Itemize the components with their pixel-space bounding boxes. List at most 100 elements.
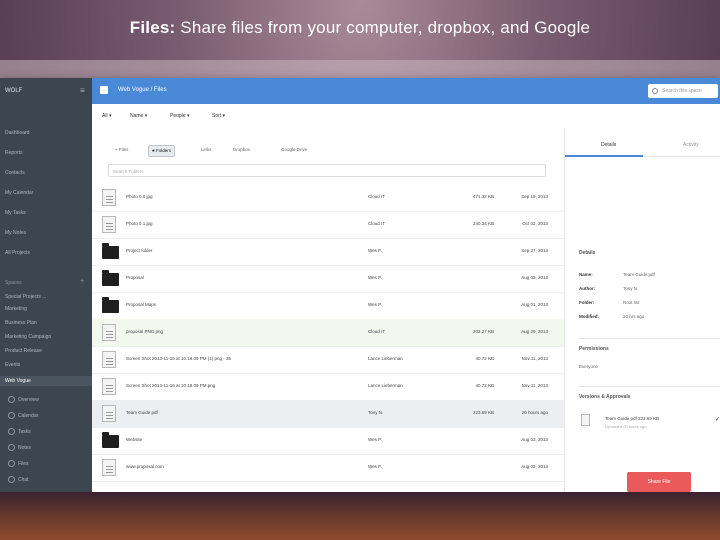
add-space-icon[interactable]: + xyxy=(80,278,84,285)
file-owner: Wes P. xyxy=(368,437,382,442)
file-name[interactable]: Screen Shot 2013-11-16 at 10.18.09 PM.pn… xyxy=(126,383,215,388)
table-row[interactable]: Team Guide.pdf Tony N. 223.69 KB 20 hours a… xyxy=(92,400,564,428)
space-subitem-calendar[interactable]: Calendar xyxy=(8,412,38,419)
file-name[interactable]: Proposal xyxy=(126,275,144,280)
file-date: Nov 11, 2013 xyxy=(521,356,548,361)
notes-icon xyxy=(8,444,15,451)
overview-icon xyxy=(8,396,15,403)
space-item[interactable]: Product Release xyxy=(5,348,42,354)
checkmark-icon[interactable]: ✓ xyxy=(715,416,720,423)
global-search-input[interactable]: Search this space xyxy=(648,84,718,98)
table-row[interactable]: proposal PNG.png Cloud IT 203.27 KB Aug 29,… xyxy=(92,319,564,347)
sidebar-item-projects[interactable]: All Projects xyxy=(5,250,30,256)
space-subitem-chat[interactable]: Chat xyxy=(8,476,29,483)
file-date: Sep 19, 2013 xyxy=(521,194,548,199)
detail-key: Modified: xyxy=(579,314,599,319)
table-row[interactable]: Proposal Maps Wes P. Aug 01, 2013 xyxy=(92,292,564,320)
sidebar-item-calendar[interactable]: My Calendar xyxy=(5,190,33,196)
sidebar-item-contacts[interactable]: Contacts xyxy=(5,170,25,176)
attachment-name[interactable]: Team Guide.pdf 223.69 KB xyxy=(605,416,659,421)
file-name[interactable]: proposal PNG.png xyxy=(126,329,163,334)
file-date: Aug 29, 2013 xyxy=(521,329,548,334)
space-subitem-overview[interactable]: Overview xyxy=(8,396,39,403)
source-files-button[interactable]: + Files xyxy=(112,145,131,155)
share-file-button[interactable]: Share File xyxy=(627,472,691,492)
file-name[interactable]: Photo 0.1.jpg xyxy=(126,221,153,226)
file-size: 223.69 KB xyxy=(472,410,494,415)
space-item[interactable]: Marketing xyxy=(5,306,27,312)
file-owner: Wes P. xyxy=(368,302,382,307)
file-name[interactable]: Website xyxy=(126,437,142,442)
space-subitem-files[interactable]: Files xyxy=(8,460,29,467)
file-date: 20 hours ago xyxy=(521,410,548,415)
headline: Files: Share files from your computer, d… xyxy=(0,18,720,38)
space-item[interactable]: Special Projects ... xyxy=(5,294,46,300)
detail-key: Name: xyxy=(579,272,593,277)
file-icon xyxy=(102,351,116,368)
file-name[interactable]: Photo 0.0.jpg xyxy=(126,194,153,199)
app-window: WOLF ≡ Dashboard Reports Contacts My Cal… xyxy=(0,78,720,492)
space-subitem-label: Files xyxy=(18,460,29,467)
details-section-title: Details xyxy=(579,250,596,256)
tab-activity[interactable]: Activity xyxy=(683,142,699,148)
source-dropbox-button[interactable]: Dropbox xyxy=(230,145,253,155)
filter-bar: All ▾ Name ▾ People ▾ Sort ▾ xyxy=(92,104,720,129)
sidebar-item-tasks[interactable]: My Tasks xyxy=(5,210,26,216)
source-links-button[interactable]: Links xyxy=(198,145,215,155)
table-row[interactable]: Website Wes P. Aug 03, 2013 xyxy=(92,427,564,455)
file-name[interactable]: Screen Shot 2013-11-16 at 10.18.09 PM (1… xyxy=(126,356,231,361)
window-titlebar xyxy=(0,60,720,78)
file-date: Nov 11, 2013 xyxy=(521,383,548,388)
detail-value: Tony N. xyxy=(623,286,639,291)
filter-sort[interactable]: Sort ▾ xyxy=(212,113,225,119)
file-name[interactable]: Team Guide.pdf xyxy=(126,410,158,415)
file-owner: Wes P. xyxy=(368,275,382,280)
sidebar-item-notes[interactable]: My Notes xyxy=(5,230,26,236)
pdf-file-icon xyxy=(581,414,590,426)
space-subitem-notes[interactable]: Notes xyxy=(8,444,31,451)
file-name[interactable]: www.proposal.com xyxy=(126,464,164,469)
filter-all[interactable]: All ▾ xyxy=(102,113,111,119)
table-row[interactable]: Screen Shot 2013-11-16 at 10.18.09 PM (1… xyxy=(92,346,564,374)
table-row[interactable]: Screen Shot 2013-11-16 at 10.18.09 PM.pn… xyxy=(92,373,564,401)
space-item[interactable]: Events xyxy=(5,362,20,368)
tab-details[interactable]: Details xyxy=(601,142,616,148)
table-row[interactable]: www.proposal.com Wes P. Aug 03, 2013 xyxy=(92,454,564,482)
file-icon xyxy=(102,378,116,395)
file-name[interactable]: Proposal Maps xyxy=(126,302,156,307)
file-owner: Cloud IT xyxy=(368,329,386,334)
file-date: Aug 03, 2013 xyxy=(521,464,548,469)
filter-people[interactable]: People ▾ xyxy=(170,113,189,119)
source-folders-button[interactable]: ● Folders xyxy=(148,145,175,157)
chat-icon xyxy=(8,476,15,483)
table-row[interactable]: Photo 0.1.jpg Cloud IT 240.34 KB Oct 02, 20… xyxy=(92,211,564,239)
home-icon[interactable] xyxy=(100,86,108,94)
space-subitem-tasks[interactable]: Tasks xyxy=(8,428,31,435)
source-google-drive-button[interactable]: Google Drive xyxy=(278,145,310,155)
filter-name[interactable]: Name ▾ xyxy=(130,113,147,119)
space-item-active[interactable]: Web Vogue xyxy=(0,376,92,386)
folder-search-input[interactable]: Search Folders xyxy=(108,164,546,177)
space-item[interactable]: Marketing Campaign xyxy=(5,334,51,340)
divider xyxy=(579,386,720,387)
sidebar-item-dashboard[interactable]: Dashboard xyxy=(5,130,29,136)
file-name[interactable]: Project folder xyxy=(126,248,153,253)
hamburger-menu-icon[interactable]: ≡ xyxy=(80,86,85,95)
space-subitem-label: Calendar xyxy=(18,412,39,419)
table-row[interactable]: Proposal Wes P. Aug 03, 2013 xyxy=(92,265,564,293)
details-panel: Details Activity Details Name: Team Guid… xyxy=(564,128,720,492)
space-subitem-label: Notes xyxy=(18,444,32,451)
space-item[interactable]: Business Plan xyxy=(5,320,37,326)
attachment-subtitle: Uploaded 20 hours ago xyxy=(605,424,647,429)
detail-value: 20 hrs ago xyxy=(623,314,645,319)
sidebar-item-reports[interactable]: Reports xyxy=(5,150,23,156)
permissions-value[interactable]: Everyone xyxy=(579,364,598,369)
file-size: 240.34 KB xyxy=(472,221,494,226)
folder-icon xyxy=(102,270,119,286)
table-row[interactable]: Project folder Wes P. Sep 27, 2013 xyxy=(92,238,564,266)
headline-bold: Files: xyxy=(129,18,176,37)
versions-title: Versions & Approvals xyxy=(579,394,631,400)
table-row[interactable]: Photo 0.0.jpg Cloud IT 471.32 KB Sep 19, 20… xyxy=(92,184,564,212)
file-icon xyxy=(102,189,116,206)
files-icon xyxy=(8,460,15,467)
